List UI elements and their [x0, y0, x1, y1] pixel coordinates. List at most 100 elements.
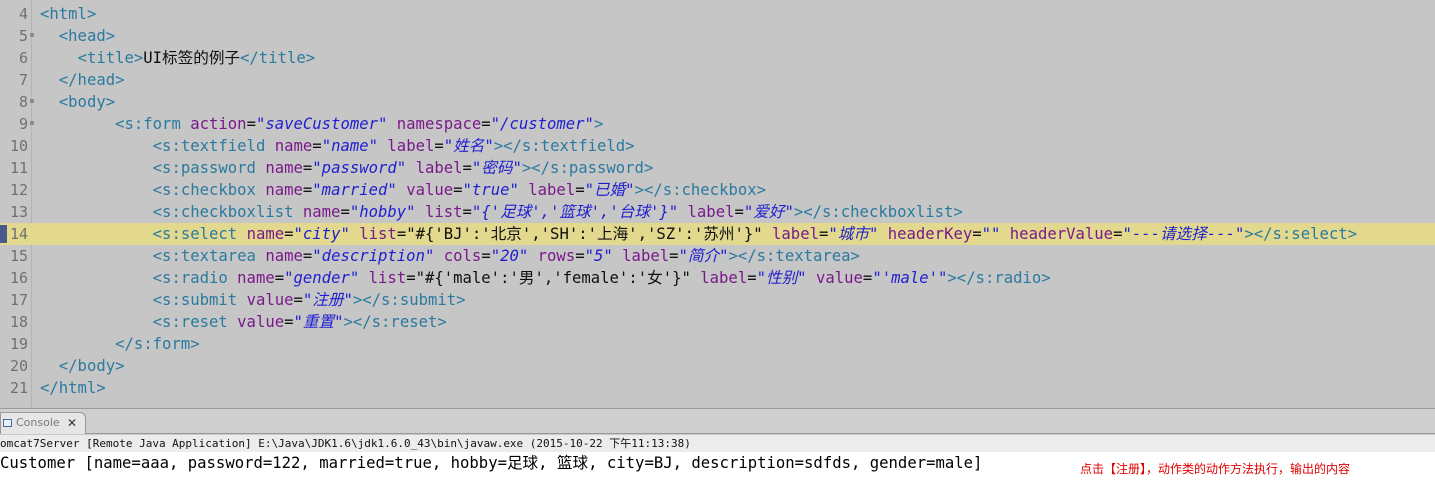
console-output-area[interactable]: Customer [name=aaa, password=122, marrie…	[0, 452, 1435, 500]
code-token: >	[593, 115, 604, 133]
code-token: =	[302, 159, 313, 177]
code-line[interactable]: 12 <s:checkbox name="married" value="tru…	[0, 179, 1435, 201]
code-text: <s:reset value="重置"></s:reset>	[40, 311, 447, 333]
code-line[interactable]: 4 <html>	[0, 3, 1435, 25]
line-number: 16	[9, 269, 28, 287]
code-line[interactable]: 18 <s:reset value="重置"></s:reset>	[0, 311, 1435, 333]
code-token: ></s:submit>	[352, 291, 466, 309]
code-line[interactable]: 17 <s:submit value="注册"></s:submit>	[0, 289, 1435, 311]
code-token: ></s:password>	[521, 159, 654, 177]
code-token: list	[424, 203, 463, 221]
code-token: "密码"	[471, 159, 522, 177]
code-token: ></s:textarea>	[728, 247, 860, 265]
code-line[interactable]: 9 <s:form action="saveCustomer" namespac…	[0, 113, 1435, 135]
code-token: "重置"	[293, 313, 344, 331]
code-token: "/customer"	[490, 115, 594, 133]
line-number: 4	[18, 5, 28, 23]
code-line[interactable]: 19 </s:form>	[0, 333, 1435, 355]
code-token: list	[368, 269, 407, 287]
code-text: <s:checkboxlist name="hobby" list="{'足球'…	[40, 201, 963, 223]
code-token: "password"	[312, 159, 407, 177]
code-token: "注册"	[302, 291, 353, 309]
fold-marker-icon[interactable]	[30, 33, 34, 37]
console-process-header: omcat7Server [Remote Java Application] E…	[0, 435, 1435, 452]
code-token: value	[237, 313, 285, 331]
code-token: label	[772, 225, 819, 243]
code-token: =	[246, 115, 256, 133]
code-text: </head>	[40, 69, 125, 91]
code-token: ""	[981, 225, 1001, 243]
tab-console[interactable]: Console ✕	[0, 412, 86, 434]
code-token: value	[815, 269, 863, 287]
code-token: "姓名"	[443, 137, 494, 155]
code-line[interactable]: 20 </body>	[0, 355, 1435, 377]
code-token: "爱好"	[743, 203, 794, 221]
code-token: UI标签的例子	[143, 49, 241, 67]
close-icon[interactable]: ✕	[67, 413, 77, 433]
code-token: namespace	[396, 115, 482, 133]
line-number: 10	[9, 137, 28, 155]
code-token: <s:checkbox	[152, 181, 266, 199]
code-line[interactable]: 16 <s:radio name="gender" list="#{'male'…	[0, 267, 1435, 289]
fold-marker-icon[interactable]	[30, 121, 34, 125]
code-line[interactable]: 21 </html>	[0, 377, 1435, 399]
fold-marker-icon[interactable]	[30, 99, 34, 103]
code-token: "'male'"	[872, 269, 948, 287]
code-text: <body>	[40, 91, 115, 113]
code-text: <s:radio name="gender" list="#{'male':'男…	[40, 267, 1051, 289]
code-token: </html>	[40, 379, 106, 397]
code-token: value	[246, 291, 294, 309]
line-number: 12	[9, 181, 28, 199]
code-token: =	[302, 247, 313, 265]
code-token: label	[415, 159, 463, 177]
code-token: "gender"	[284, 269, 360, 287]
code-token: name	[237, 269, 275, 287]
console-icon	[3, 419, 12, 427]
code-text: <html>	[40, 3, 96, 25]
code-line[interactable]: 7 </head>	[0, 69, 1435, 91]
line-number: 7	[18, 71, 28, 89]
code-token: name	[302, 203, 341, 221]
line-number: 19	[9, 335, 28, 353]
code-token: =	[481, 247, 491, 265]
code-line[interactable]: 6 <title>UI标签的例子</title>	[0, 47, 1435, 69]
line-number: 14	[9, 225, 28, 243]
code-line[interactable]: 8 <body>	[0, 91, 1435, 113]
code-text: </body>	[40, 355, 125, 377]
code-token: =	[734, 203, 744, 221]
code-line[interactable]: 10 <s:textfield name="name" label="姓名"><…	[0, 135, 1435, 157]
line-number: 20	[9, 357, 28, 375]
code-line[interactable]: 14 <s:select name="city" list="#{'BJ':'北…	[0, 223, 1435, 245]
code-line[interactable]: 13 <s:checkboxlist name="hobby" list="{'…	[0, 201, 1435, 223]
code-text: <s:password name="password" label="密码"><…	[40, 157, 654, 179]
code-token: ></s:reset>	[343, 313, 447, 331]
code-token: =	[972, 225, 982, 243]
code-token: name	[274, 137, 313, 155]
code-line[interactable]: 5 <head>	[0, 25, 1435, 47]
code-line[interactable]: 15 <s:textarea name="description" cols="…	[0, 245, 1435, 267]
code-token: name	[265, 247, 303, 265]
code-token: "性别"	[756, 269, 807, 287]
code-editor[interactable]: 4 <html> 5 <head> 6 <title>UI标签的例子</title> 7…	[0, 0, 1435, 408]
code-line[interactable]: 11 <s:password name="password" label="密码…	[0, 157, 1435, 179]
code-token: label	[528, 181, 576, 199]
